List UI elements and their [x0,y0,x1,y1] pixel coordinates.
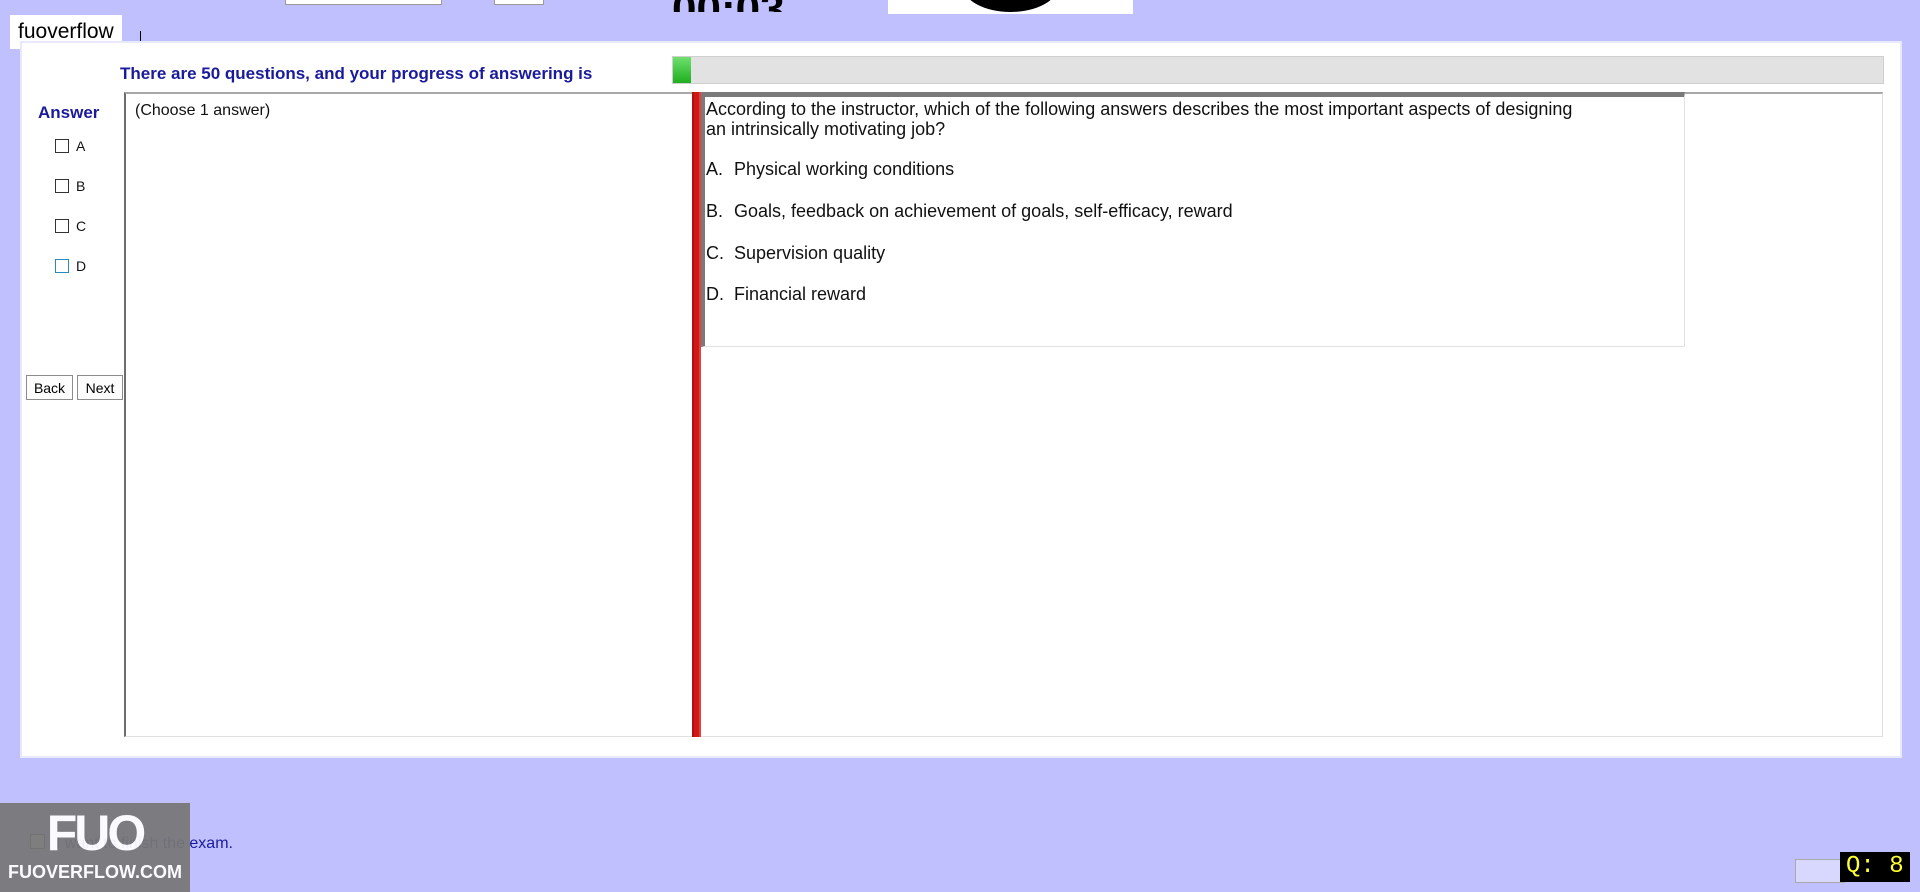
timer-text: 00:03 [672,0,842,12]
top-image [888,0,1133,14]
question-option-b: B. Goals, feedback on achievement of goal… [706,201,1233,222]
answer-option-b[interactable]: B [55,178,85,194]
answer-option-d[interactable]: D [55,258,86,274]
question-option-letter-c: C. [706,243,724,263]
instructions-text: (Choose 1 answer) [135,102,271,119]
answer-title: Answer [38,103,100,122]
question-option-text-b: Goals, feedback on achievement of goals,… [734,201,1233,221]
question-text-line-1: According to the instructor, which of th… [706,99,1573,119]
question-option-text-c: Supervision quality [734,243,886,263]
question-option-a: A. Physical working conditions [706,159,954,180]
logo-main-text: FUO [46,805,147,861]
top-small-box[interactable] [494,0,544,5]
fuoverflow-logo: FUO FUOVERFLOW.COM [0,803,190,892]
progress-label: There are 50 questions, and your progres… [120,64,593,83]
answer-option-a[interactable]: A [55,138,85,154]
checkbox-b[interactable] [55,179,69,193]
checkbox-d[interactable] [55,259,69,273]
option-label-d: D [76,258,87,274]
option-label-a: A [76,138,86,154]
checkbox-a[interactable] [55,139,69,153]
question-option-d: D. Financial reward [706,284,866,305]
question-option-letter-b: B. [706,201,724,221]
bottom-small-control[interactable] [1795,859,1845,883]
logo-sub-text: FUOVERFLOW.COM [8,862,182,882]
question-option-letter-a: A. [706,159,724,179]
progress-bar [672,56,1884,84]
answer-option-c[interactable]: C [55,218,86,234]
question-option-text-a: Physical working conditions [734,159,955,179]
question-counter: Q: 8 [1840,852,1910,882]
option-label-c: C [76,218,87,234]
next-button[interactable]: Next [77,375,123,400]
checkbox-c[interactable] [55,219,69,233]
top-dropdown[interactable] [285,0,442,5]
back-button[interactable]: Back [26,375,73,400]
question-option-letter-d: D. [706,284,724,304]
question-option-c: C. Supervision quality [706,243,885,264]
question-text-line-2: an intrinsically motivating job? [706,119,946,139]
progress-fill [673,57,692,83]
question-option-text-d: Financial reward [734,284,867,304]
option-label-b: B [76,178,86,194]
top-image-shape [963,0,1058,12]
pane-splitter[interactable] [692,92,701,737]
